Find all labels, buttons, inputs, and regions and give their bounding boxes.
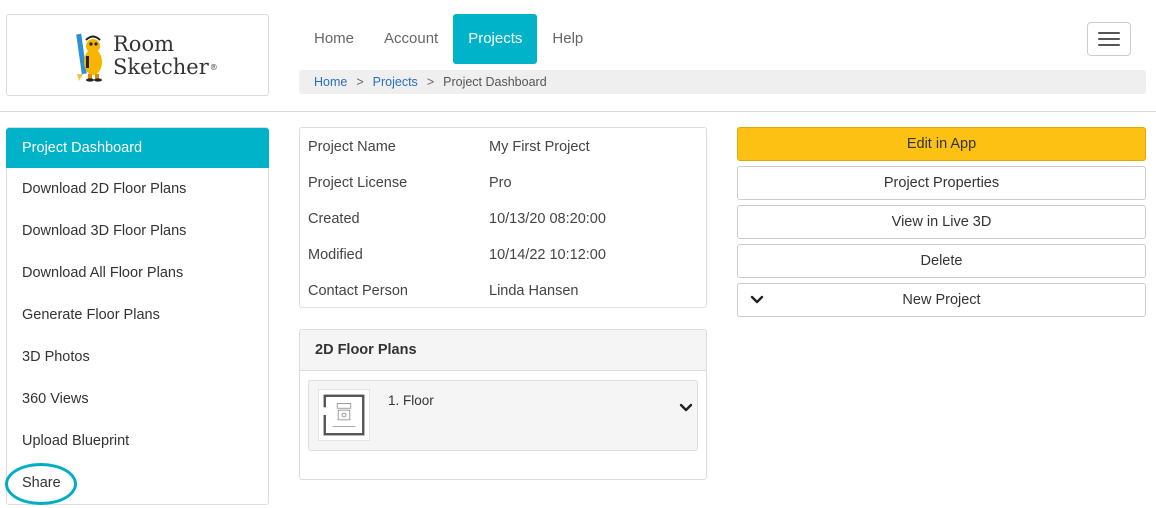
info-row: Project Name My First Project xyxy=(300,129,706,165)
breadcrumb-current: Project Dashboard xyxy=(443,75,547,89)
hamburger-bar xyxy=(1098,32,1120,34)
hamburger-bar xyxy=(1098,38,1120,40)
logo-line-1: Room xyxy=(113,32,175,56)
new-project-button[interactable]: New Project xyxy=(737,283,1146,317)
info-row: Project License Pro xyxy=(300,165,706,201)
project-properties-button[interactable]: Project Properties xyxy=(737,166,1146,200)
chevron-down-icon[interactable] xyxy=(679,401,693,415)
info-label: Created xyxy=(308,211,360,227)
floor-plan-thumbnail-icon xyxy=(318,389,370,441)
chevron-down-icon xyxy=(750,295,764,304)
sidebar-item-download-2d[interactable]: Download 2D Floor Plans xyxy=(7,168,268,210)
info-value: My First Project xyxy=(489,139,590,155)
sidebar-item-generate-floor-plans[interactable]: Generate Floor Plans xyxy=(7,294,268,336)
nav-account[interactable]: Account xyxy=(369,14,453,64)
sidebar-item-share[interactable]: Share xyxy=(7,462,268,504)
breadcrumb-home-link[interactable]: Home xyxy=(314,75,347,89)
info-value: 10/13/20 08:20:00 xyxy=(489,211,606,227)
delete-button[interactable]: Delete xyxy=(737,244,1146,278)
sidebar: Project Dashboard Download 2D Floor Plan… xyxy=(6,127,269,505)
info-row: Created 10/13/20 08:20:00 xyxy=(300,201,706,237)
breadcrumb-separator: > xyxy=(356,75,364,89)
floor-plan-item[interactable]: 1. Floor xyxy=(308,380,698,451)
project-info-table: Project Name My First Project Project Li… xyxy=(299,127,707,308)
sidebar-item-download-all[interactable]: Download All Floor Plans xyxy=(7,252,268,294)
info-label: Project Name xyxy=(308,139,396,155)
hamburger-menu-button[interactable] xyxy=(1087,22,1131,56)
logo-wordmark: Room Sketcher® xyxy=(113,33,218,79)
nav-projects[interactable]: Projects xyxy=(453,14,538,64)
info-row: Contact Person Linda Hansen xyxy=(300,273,706,309)
info-label: Project License xyxy=(308,175,408,191)
hamburger-bar xyxy=(1098,44,1120,46)
floor-plans-title: 2D Floor Plans xyxy=(300,330,706,371)
floor-plans-panel: 2D Floor Plans 1. Floor xyxy=(299,329,707,480)
view-in-live-3d-button[interactable]: View in Live 3D xyxy=(737,205,1146,239)
nav-help[interactable]: Help xyxy=(537,14,598,64)
breadcrumb: Home > Projects > Project Dashboard xyxy=(299,70,1146,94)
info-value: Linda Hansen xyxy=(489,283,579,299)
top-nav: Home Account Projects Help xyxy=(299,14,598,64)
sidebar-item-project-dashboard[interactable]: Project Dashboard xyxy=(6,128,269,168)
nav-home[interactable]: Home xyxy=(299,14,369,64)
info-value: 10/14/22 10:12:00 xyxy=(489,247,606,263)
sidebar-item-upload-blueprint[interactable]: Upload Blueprint xyxy=(7,420,268,462)
info-label: Contact Person xyxy=(308,283,408,299)
edit-in-app-button[interactable]: Edit in App xyxy=(737,127,1146,161)
header-divider xyxy=(0,111,1156,112)
sidebar-item-3d-photos[interactable]: 3D Photos xyxy=(7,336,268,378)
logo-line-2: Sketcher xyxy=(113,55,209,79)
breadcrumb-separator: > xyxy=(426,75,435,89)
breadcrumb-projects-link[interactable]: Projects xyxy=(373,75,418,89)
sidebar-item-download-3d[interactable]: Download 3D Floor Plans xyxy=(7,210,268,252)
sidebar-item-360-views[interactable]: 360 Views xyxy=(7,378,268,420)
roomsketcher-mascot-icon xyxy=(76,33,102,82)
floor-plan-name: 1. Floor xyxy=(388,393,434,408)
info-row: Modified 10/14/22 10:12:00 xyxy=(300,237,706,273)
info-value: Pro xyxy=(489,175,512,191)
logo[interactable]: Room Sketcher® xyxy=(6,14,269,96)
new-project-label: New Project xyxy=(902,292,981,308)
registered-mark: ® xyxy=(209,63,218,72)
info-label: Modified xyxy=(308,247,363,263)
